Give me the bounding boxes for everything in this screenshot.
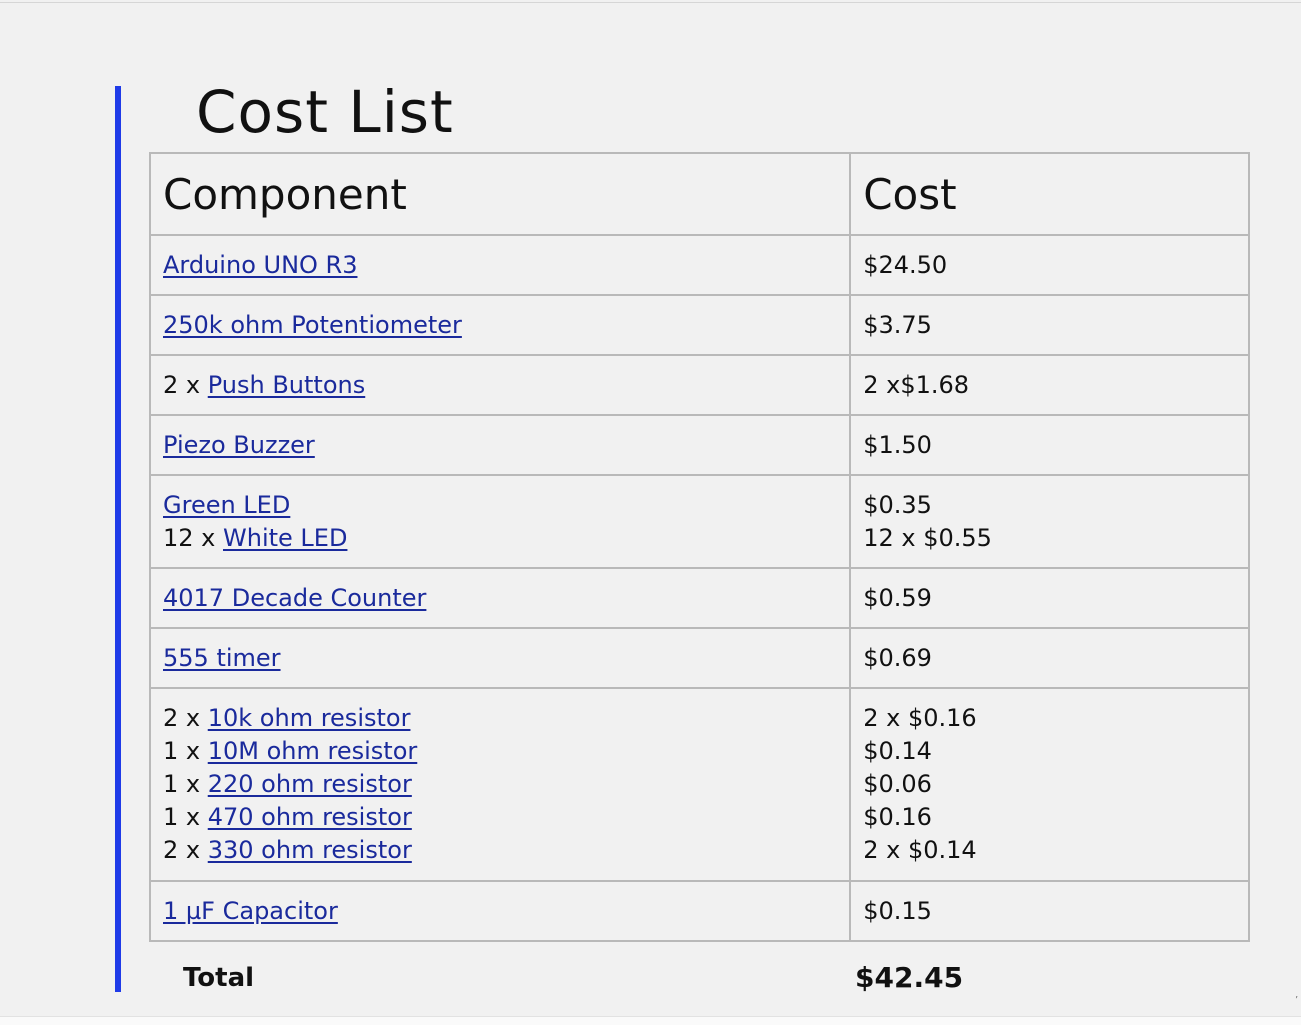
table-row: 2 x 10k ohm resistor 1 x 10M ohm resistor…: [148, 687, 1250, 882]
cost-cell: $0.35 12 x $0.55: [849, 474, 1250, 569]
slide: Cost List Component Cost Arduino UNO R3 $…: [0, 0, 1301, 1024]
cost-value: 2 x$1.68: [863, 370, 970, 399]
quantity-prefix: 2 x: [163, 370, 208, 399]
component-link[interactable]: 250k ohm Potentiometer: [163, 311, 462, 339]
cost-cell: $0.69: [849, 627, 1250, 689]
table-row: Arduino UNO R3 $24.50: [148, 234, 1250, 296]
cost-cell: $1.50: [849, 414, 1250, 476]
component-link[interactable]: 220 ohm resistor: [208, 770, 412, 798]
component-line: Green LED: [163, 489, 837, 522]
cost-value: 2 x $0.16: [863, 704, 977, 732]
quantity-prefix: 1 x: [163, 803, 208, 831]
component-link[interactable]: Push Buttons: [208, 371, 366, 399]
component-link[interactable]: 330 ohm resistor: [208, 836, 412, 864]
component-line: 555 timer: [163, 642, 837, 675]
component-link[interactable]: Arduino UNO R3: [163, 251, 357, 279]
table-header-row: Component Cost: [148, 152, 1250, 236]
cost-value: $1.50: [863, 430, 932, 459]
table-row: Piezo Buzzer $1.50: [148, 414, 1250, 476]
cost-cell: 2 x $0.16 $0.14 $0.06 $0.16 2 x $0.14: [849, 687, 1250, 882]
accent-bar: [115, 86, 121, 992]
table-row: 250k ohm Potentiometer $3.75: [148, 294, 1250, 356]
quantity-prefix: 12 x: [163, 523, 223, 552]
cost-value: $24.50: [863, 250, 948, 279]
component-cell: 250k ohm Potentiometer: [148, 294, 852, 356]
cost-value: 12 x $0.55: [863, 523, 992, 552]
component-link[interactable]: 470 ohm resistor: [208, 803, 412, 831]
quantity-prefix: 2 x: [163, 836, 208, 864]
cost-value: 2 x $0.14: [863, 836, 977, 864]
component-column-header: Component: [148, 152, 852, 236]
table-row: 555 timer $0.69: [148, 627, 1250, 689]
component-line: 2 x 330 ohm resistor: [163, 834, 837, 867]
component-cell: Green LED 12 x White LED: [148, 474, 852, 569]
component-cell: 1 µF Capacitor: [148, 880, 852, 942]
table-row: 1 µF Capacitor $0.15: [148, 880, 1250, 942]
component-cell: 555 timer: [148, 627, 852, 689]
component-line: 2 x 10k ohm resistor: [163, 702, 837, 735]
component-line: 1 x 10M ohm resistor: [163, 735, 837, 768]
cost-cell: $0.15: [849, 880, 1250, 942]
quantity-prefix: 2 x: [163, 704, 208, 732]
total-value: $42.45: [855, 961, 964, 994]
component-line: Arduino UNO R3: [163, 249, 837, 282]
component-line: 12 x White LED: [163, 522, 837, 555]
cost-value: $3.75: [863, 310, 932, 339]
cost-value: $0.15: [863, 896, 932, 925]
table-row: Green LED 12 x White LED $0.35 12 x $0.55: [148, 474, 1250, 569]
cost-cell: $0.59: [849, 567, 1250, 629]
component-link[interactable]: White LED: [223, 524, 347, 552]
cost-value: $0.69: [863, 643, 932, 672]
cost-table: Component Cost Arduino UNO R3 $24.50 250k …: [148, 152, 1250, 942]
component-link[interactable]: Green LED: [163, 491, 290, 519]
cost-value: $0.16: [863, 803, 932, 831]
component-line: 2 x Push Buttons: [163, 369, 837, 402]
cost-cell: $3.75: [849, 294, 1250, 356]
cost-column-header: Cost: [849, 152, 1250, 236]
quantity-prefix: 1 x: [163, 737, 208, 765]
component-cell: 2 x 10k ohm resistor 1 x 10M ohm resistor…: [148, 687, 852, 882]
component-link[interactable]: 10k ohm resistor: [208, 704, 411, 732]
component-cell: Piezo Buzzer: [148, 414, 852, 476]
cost-value: $0.14: [863, 737, 932, 765]
component-line: 1 µF Capacitor: [163, 895, 837, 928]
cost-value: $0.35: [863, 490, 932, 519]
component-cell: Arduino UNO R3: [148, 234, 852, 296]
component-link[interactable]: 4017 Decade Counter: [163, 584, 426, 612]
corner-mark: ’: [1295, 995, 1299, 1006]
component-link[interactable]: Piezo Buzzer: [163, 431, 315, 459]
component-line: Piezo Buzzer: [163, 429, 837, 462]
component-cell: 4017 Decade Counter: [148, 567, 852, 629]
cost-value: $0.59: [863, 583, 932, 612]
component-link[interactable]: 1 µF Capacitor: [163, 897, 338, 925]
component-line: 1 x 470 ohm resistor: [163, 801, 837, 834]
page-title: Cost List: [196, 78, 454, 146]
total-label: Total: [183, 963, 255, 993]
component-link[interactable]: 10M ohm resistor: [208, 737, 418, 765]
table-row: 4017 Decade Counter $0.59: [148, 567, 1250, 629]
component-link[interactable]: 555 timer: [163, 644, 281, 672]
component-line: 250k ohm Potentiometer: [163, 309, 837, 342]
table-body: Arduino UNO R3 $24.50 250k ohm Potentiomet…: [148, 234, 1250, 942]
quantity-prefix: 1 x: [163, 770, 208, 798]
table-row: 2 x Push Buttons 2 x$1.68: [148, 354, 1250, 416]
component-line: 4017 Decade Counter: [163, 582, 837, 615]
cost-value: $0.06: [863, 770, 932, 798]
cost-cell: $24.50: [849, 234, 1250, 296]
cost-cell: 2 x$1.68: [849, 354, 1250, 416]
component-cell: 2 x Push Buttons: [148, 354, 852, 416]
component-line: 1 x 220 ohm resistor: [163, 768, 837, 801]
